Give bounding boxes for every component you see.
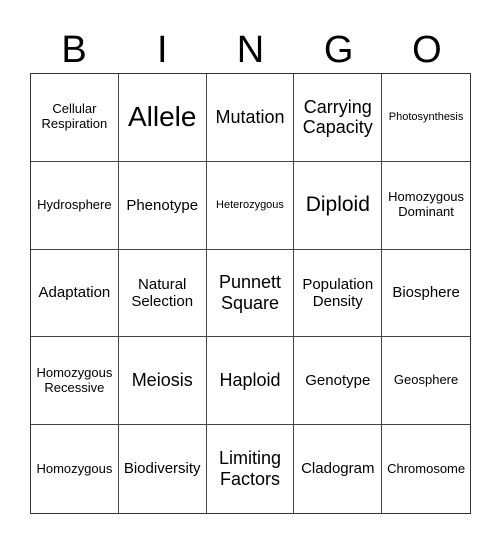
header-letter-i: I [157, 29, 168, 71]
bingo-cell[interactable]: Limiting Factors [207, 425, 295, 513]
bingo-cell[interactable]: Heterozygous [206, 161, 295, 250]
bingo-cell[interactable]: Chromosome [382, 425, 470, 513]
bingo-cell[interactable]: Carrying Capacity [294, 74, 383, 162]
bingo-cell[interactable]: Punnett Square [206, 249, 295, 338]
bingo-cell[interactable]: Diploid [294, 161, 383, 250]
header-letter-b: B [61, 29, 87, 71]
bingo-cell[interactable]: Homozygous Dominant [382, 162, 470, 250]
bingo-cell[interactable]: Hydrosphere [31, 161, 119, 250]
bingo-cell[interactable]: Haploid [206, 337, 295, 426]
bingo-cell[interactable]: Cellular Respiration [31, 74, 119, 162]
bingo-cell[interactable]: Phenotype [118, 161, 207, 250]
bingo-cell[interactable]: Allele [118, 74, 207, 162]
bingo-cell[interactable]: Mutation [206, 74, 295, 162]
bingo-cell[interactable]: Geosphere [382, 337, 470, 426]
bingo-cell[interactable]: Homozygous Recessive [31, 337, 119, 426]
bingo-header: B I N G O [30, 28, 471, 72]
header-letter-o: O [412, 29, 442, 71]
header-letter-g: G [323, 29, 354, 71]
header-letter-n: N [236, 29, 265, 71]
bingo-cell[interactable]: Meiosis [118, 337, 207, 426]
bingo-cell[interactable]: Cladogram [294, 425, 383, 513]
bingo-cell[interactable]: Biosphere [382, 250, 470, 338]
bingo-cell[interactable]: Adaptation [31, 249, 119, 338]
bingo-cell[interactable]: Genotype [294, 337, 383, 426]
bingo-card: Cellular Respiration Allele Mutation Car… [30, 73, 471, 514]
bingo-cell[interactable]: Photosynthesis [382, 74, 470, 162]
bingo-cell[interactable]: Population Density [294, 249, 383, 338]
bingo-cell[interactable]: Biodiversity [119, 425, 207, 513]
bingo-cell[interactable]: Homozygous [31, 425, 119, 513]
bingo-cell[interactable]: Natural Selection [118, 249, 207, 338]
